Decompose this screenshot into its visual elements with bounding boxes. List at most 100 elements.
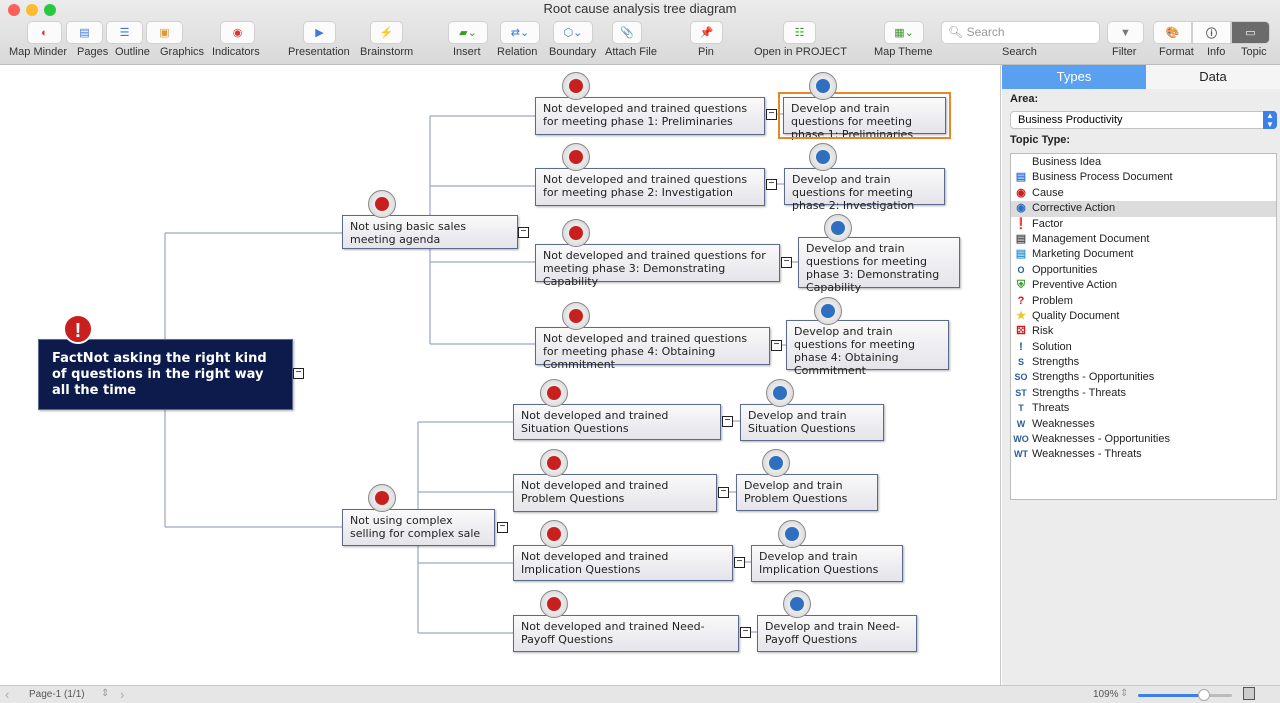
topic-type-item[interactable]: ❗ Factor xyxy=(1011,217,1276,232)
topic-type-item[interactable]: ▤ Business Process Document xyxy=(1011,170,1276,185)
zoom-slider-handle[interactable] xyxy=(1197,689,1210,701)
insert-button[interactable]: ▰⌄ xyxy=(448,21,488,44)
brainstorm-label: Brainstorm xyxy=(360,46,414,58)
topic-type-item[interactable]: ▤ Marketing Document xyxy=(1011,247,1276,262)
tab-types[interactable]: Types xyxy=(1002,65,1146,89)
area-select[interactable]: Business Productivity ▲ ▼ xyxy=(1010,111,1277,129)
next-page-icon[interactable]: › xyxy=(120,687,124,702)
corrective-action-icon xyxy=(809,72,837,100)
topic-type-item[interactable]: ? Problem xyxy=(1011,294,1276,309)
topic-type-item[interactable]: ◉ Corrective Action xyxy=(1011,201,1276,217)
brainstorm-button[interactable]: ⚡ xyxy=(370,21,403,44)
topic-type-item[interactable]: ★ Quality Document xyxy=(1011,309,1276,324)
topic-type-label: Management Document xyxy=(1032,232,1150,245)
collapse-toggle[interactable]: − xyxy=(718,487,729,498)
collapse-toggle[interactable]: − xyxy=(518,227,529,238)
pin-button[interactable]: 📌 xyxy=(690,21,723,44)
zoom-stepper-icon[interactable]: ⇕ xyxy=(1120,688,1128,699)
brainstorm-icon: ⚡ xyxy=(379,27,394,39)
fit-page-icon[interactable] xyxy=(1243,687,1255,700)
cause-dot xyxy=(547,386,561,400)
collapse-toggle[interactable]: − xyxy=(771,340,782,351)
filter-button[interactable]: ▼ xyxy=(1107,21,1144,44)
cause-topic[interactable]: Not developed and trained questions for … xyxy=(535,97,765,135)
tab-data[interactable]: Data xyxy=(1146,65,1280,89)
prev-page-icon[interactable]: ‹ xyxy=(5,687,9,702)
topic-type-list[interactable]: Business Idea ▤ Business Process Document ◉… xyxy=(1010,153,1277,500)
red-exclamation-icon: ❗ xyxy=(1014,217,1028,230)
SO-icon: SO xyxy=(1014,372,1028,383)
map-theme-button[interactable]: ▦⌄ xyxy=(884,21,924,44)
topic-type-item[interactable]: ! Solution xyxy=(1011,340,1276,355)
zoom-slider[interactable] xyxy=(1138,689,1232,701)
corrective-action-topic[interactable]: Develop and train Need-Payoff Questions xyxy=(757,615,917,652)
search-input[interactable]: 🔍︎ Search xyxy=(941,21,1100,44)
branch-topic[interactable]: Not using complex selling for complex sa… xyxy=(342,509,495,546)
map-minder-button[interactable]: ◐ xyxy=(27,21,62,44)
topic-type-item[interactable]: T Threats xyxy=(1011,401,1276,416)
collapse-toggle[interactable]: − xyxy=(781,257,792,268)
presentation-button[interactable]: ▶ xyxy=(303,21,336,44)
attach-file-button[interactable]: 📎 xyxy=(612,21,642,44)
blue-exclamation-icon: ! xyxy=(1019,340,1023,353)
collapse-toggle[interactable]: − xyxy=(497,522,508,533)
corrective-action-topic[interactable]: Develop and train Implication Questions xyxy=(751,545,903,582)
collapse-toggle[interactable]: − xyxy=(734,557,745,568)
document-marketing-icon: ▤ xyxy=(1015,248,1027,261)
cause-topic[interactable]: Not developed and trained Problem Questi… xyxy=(513,474,717,512)
topic-type-item[interactable]: ⚄ Risk xyxy=(1011,324,1276,339)
cause-topic[interactable]: Not developed and trained Implication Qu… xyxy=(513,545,733,581)
outline-button[interactable]: ☰ xyxy=(106,21,143,44)
graphics-icon: ▣ xyxy=(159,27,170,39)
indicators-button[interactable]: ◉ xyxy=(220,21,255,44)
pages-button[interactable]: ▤ xyxy=(66,21,103,44)
info-icon: ⓘ xyxy=(1206,27,1217,40)
topic-type-item[interactable]: WT Weaknesses - Threats xyxy=(1011,447,1276,462)
corrective-action-topic[interactable]: Develop and train questions for meeting … xyxy=(784,168,945,212)
page-indicator: Page-1 (1/1) xyxy=(29,689,85,700)
corrective-action-topic[interactable]: Develop and train Situation Questions xyxy=(740,404,884,441)
dice-icon: ⚄ xyxy=(1016,325,1026,338)
topic-type-item[interactable]: WO Weaknesses - Opportunities xyxy=(1011,432,1276,447)
boundary-label: Boundary xyxy=(549,46,597,58)
corrective-action-topic[interactable]: Develop and train questions for meeting … xyxy=(786,320,949,377)
topic-type-item[interactable]: W Weaknesses xyxy=(1011,417,1276,432)
cause-topic[interactable]: Not developed and trained questions for … xyxy=(535,327,770,371)
root-topic[interactable]: FactNot asking the right kind of questio… xyxy=(38,339,293,410)
graphics-button[interactable]: ▣ xyxy=(146,21,183,44)
W-icon: W xyxy=(1016,418,1026,429)
collapse-toggle[interactable]: − xyxy=(740,627,751,638)
collapse-toggle[interactable]: − xyxy=(722,416,733,427)
topic-type-item[interactable]: ST Strengths - Threats xyxy=(1011,386,1276,401)
corrective-action-topic[interactable]: Develop and train Problem Questions xyxy=(736,474,878,511)
topic-type-item[interactable]: ▤ Management Document xyxy=(1011,232,1276,247)
map-canvas[interactable]: FactNot asking the right kind of questio… xyxy=(0,65,1001,685)
collapse-toggle[interactable]: − xyxy=(293,368,304,379)
corrective-action-topic[interactable]: Develop and train questions for meeting … xyxy=(778,92,951,141)
collapse-toggle[interactable]: − xyxy=(766,109,777,120)
topic-type-item[interactable]: ◉ Cause xyxy=(1011,186,1276,201)
topic-type-item[interactable]: Business Idea xyxy=(1011,155,1276,170)
relation-button[interactable]: ⇄⌄ xyxy=(500,21,540,44)
topic-type-item[interactable]: S Strengths xyxy=(1011,355,1276,370)
collapse-toggle[interactable]: − xyxy=(766,179,777,190)
filter-label: Filter xyxy=(1112,46,1137,58)
topic-button[interactable]: ▭ xyxy=(1231,21,1270,44)
topic-type-item[interactable]: ⛨ Preventive Action xyxy=(1011,278,1276,293)
cause-topic[interactable]: Not developed and trained questions for … xyxy=(535,244,780,288)
format-button[interactable]: 🎨 xyxy=(1153,21,1192,44)
cause-topic[interactable]: Not developed and trained questions for … xyxy=(535,168,765,206)
open-in-project-button[interactable]: ☷ xyxy=(783,21,816,44)
info-button[interactable]: ⓘ xyxy=(1192,21,1231,44)
topic-type-item[interactable]: SO Strengths - Opportunities xyxy=(1011,370,1276,385)
topic-type-item[interactable]: O Opportunities xyxy=(1011,263,1276,278)
page-stepper-icon[interactable]: ⇕ xyxy=(101,688,109,699)
branch-topic[interactable]: Not using basic sales meeting agenda xyxy=(342,215,518,249)
presentation-icon: ▶ xyxy=(315,27,324,39)
stepper-icon: ▲ ▼ xyxy=(1263,111,1277,129)
boundary-button[interactable]: ⬡⌄ xyxy=(553,21,593,44)
cause-topic[interactable]: Not developed and trained Situation Ques… xyxy=(513,404,721,440)
topic-type-label: Strengths - Threats xyxy=(1032,386,1126,399)
cause-topic[interactable]: Not developed and trained Need-Payoff Qu… xyxy=(513,615,739,652)
corrective-action-topic[interactable]: Develop and train questions for meeting … xyxy=(798,237,960,294)
